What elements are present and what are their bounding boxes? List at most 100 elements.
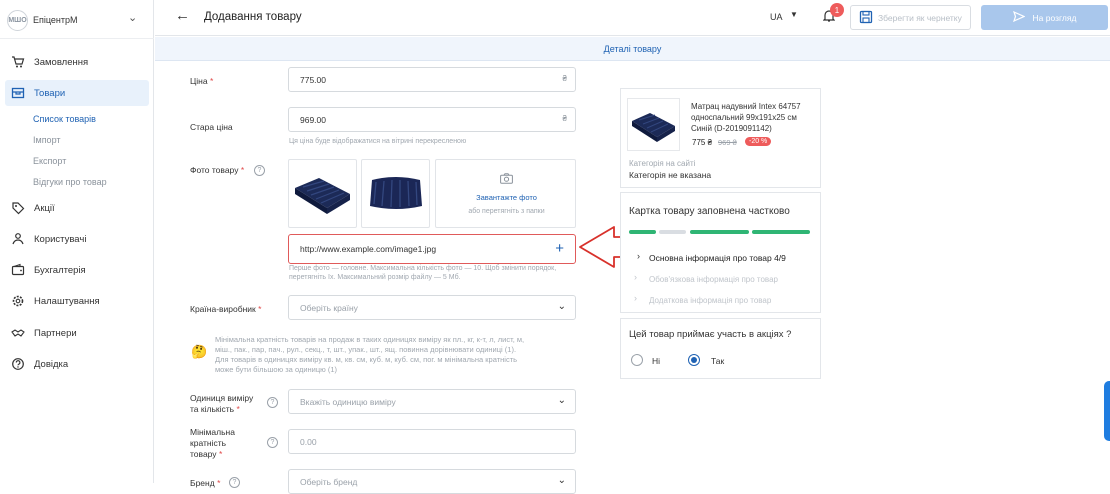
upload-hint: або перетягніть з папки xyxy=(468,208,545,215)
category-label: Категорія на сайті xyxy=(629,159,696,168)
chevron-down-icon: ⌄ xyxy=(557,475,566,486)
product-photo-thumb[interactable] xyxy=(288,159,357,228)
cart-icon xyxy=(11,55,25,69)
radio-yes[interactable] xyxy=(688,354,700,366)
sidebar-item-label: Довідка xyxy=(34,358,69,370)
unit-select[interactable]: Вкажіть одиницю виміру ⌄ xyxy=(288,389,576,414)
help-icon[interactable]: ? xyxy=(254,165,265,176)
sidebar-item-label: Партнери xyxy=(34,327,77,339)
promo-card: Цей товар приймає участь в акціях ? Ні Т… xyxy=(620,318,821,379)
sidebar-item-partners[interactable]: Партнери xyxy=(5,320,149,346)
floppy-icon xyxy=(859,10,873,26)
min-info-line: може бути більшою за одиницю (1) xyxy=(215,365,338,374)
min-info-line: Для товарів в одиницях виміру кв. м, кв.… xyxy=(215,355,518,364)
sidebar-divider xyxy=(0,38,154,39)
completeness-title: Картка товару заповнена частково xyxy=(629,206,790,217)
upload-photo-link[interactable]: Завантажте фото xyxy=(436,193,577,202)
sidebar-item-users[interactable]: Користувачі xyxy=(5,226,149,252)
old-price-label: Стара ціна xyxy=(190,122,233,132)
shop-name[interactable]: ЕпіцентрМ xyxy=(33,15,78,25)
progress-segment xyxy=(752,230,810,234)
sub-item-import[interactable]: Імпорт xyxy=(33,135,61,145)
wallet-icon xyxy=(11,263,25,277)
preview-product-name: Матрац надувний Intex 64757 односпальний… xyxy=(691,101,801,134)
unit-label: Одиниця виміру та кількість * xyxy=(190,393,254,414)
country-select[interactable]: Оберіть країну ⌄ xyxy=(288,295,576,320)
photo-label: Фото товару * xyxy=(190,165,245,175)
progress-segment xyxy=(659,230,686,234)
completeness-item-main[interactable]: Основна інформація про товар 4/9 xyxy=(649,253,786,263)
page-title: Додавання товару xyxy=(204,11,302,23)
min-info-line: Мінімальна кратність товарів на продаж в… xyxy=(215,335,525,344)
chevron-down-icon[interactable]: ▼ xyxy=(790,10,798,19)
price-input[interactable]: 775.00 ₴ xyxy=(288,67,576,92)
radio-yes-label: Так xyxy=(711,356,725,366)
preview-name-line: односпальний 99x191x25 см xyxy=(691,113,797,122)
chevron-right-icon: › xyxy=(634,272,637,282)
sidebar-item-accounting[interactable]: Бухгалтерія xyxy=(5,257,149,283)
photo-upload-zone[interactable]: Завантажте фото або перетягніть з папки xyxy=(435,159,576,228)
currency-symbol: ₴ xyxy=(562,114,567,123)
chevron-down-icon: ⌄ xyxy=(557,395,566,406)
thinking-emoji-icon: 🤔 xyxy=(191,344,208,359)
notification-badge: 1 xyxy=(830,3,844,17)
mattress-image xyxy=(370,177,422,209)
sidebar-item-help[interactable]: Довідка xyxy=(5,351,149,377)
radio-no[interactable] xyxy=(631,354,643,366)
sidebar-item-settings[interactable]: Налаштування xyxy=(5,288,149,314)
users-icon xyxy=(11,232,25,246)
back-arrow-icon[interactable]: ← xyxy=(175,7,190,24)
old-price-value: 969.00 xyxy=(300,114,326,125)
save-draft-label: Зберегти як чернетку xyxy=(878,12,962,23)
gear-icon xyxy=(11,294,25,308)
camera-icon xyxy=(500,173,513,186)
sub-item-reviews[interactable]: Відгуки про товар xyxy=(33,177,107,187)
sidebar-item-label: Акції xyxy=(34,202,55,214)
photo-hint-1: Перше фото — головне. Максимальна кількі… xyxy=(289,265,557,272)
handshake-icon xyxy=(11,326,25,340)
preview-image xyxy=(627,98,680,151)
sub-item-export[interactable]: Експорт xyxy=(33,156,66,166)
preview-old-price: 969 ₴ xyxy=(718,138,737,147)
section-tab-details: Деталі товару xyxy=(155,37,1110,61)
photo-url-value: http://www.example.com/image1.jpg xyxy=(300,244,437,254)
old-price-hint: Ця ціна буде відображатися на вітрині пе… xyxy=(289,138,467,145)
brand-placeholder: Оберіть бренд xyxy=(300,476,358,487)
discount-icon xyxy=(11,201,25,215)
currency-symbol: ₴ xyxy=(562,74,567,83)
sub-item-product-list[interactable]: Список товарів xyxy=(33,114,96,124)
help-icon[interactable]: ? xyxy=(267,437,278,448)
product-photo-thumb[interactable] xyxy=(361,159,430,228)
sidebar-item-orders[interactable]: Замовлення xyxy=(5,49,149,75)
chevron-down-icon: ⌄ xyxy=(557,301,566,312)
brand-select[interactable]: Оберіть бренд ⌄ xyxy=(288,469,576,494)
sidebar-item-products[interactable]: Товари xyxy=(5,80,149,106)
preview-name-line: Синій (D-2019091142) xyxy=(691,124,772,133)
product-preview-card: Матрац надувний Intex 64757 односпальний… xyxy=(620,88,821,188)
send-icon xyxy=(1012,10,1025,24)
help-icon[interactable]: ? xyxy=(267,397,278,408)
progress-segment xyxy=(690,230,749,234)
chevron-down-icon[interactable]: ⌄ xyxy=(128,11,137,24)
sidebar-item-label: Налаштування xyxy=(34,295,100,307)
feedback-widget-tab[interactable] xyxy=(1104,381,1110,441)
save-draft-button[interactable]: Зберегти як чернетку xyxy=(850,5,971,30)
add-icon[interactable]: + xyxy=(555,240,564,257)
submit-review-button[interactable]: На розгляд xyxy=(981,5,1108,30)
unit-placeholder: Вкажіть одиницю виміру xyxy=(300,396,396,407)
completeness-item-required[interactable]: Обов'язкова інформація про товар xyxy=(649,275,778,284)
category-value: Категорія не вказана xyxy=(629,170,712,180)
sidebar-item-promotions[interactable]: Акції xyxy=(5,195,149,221)
question-icon xyxy=(11,357,25,371)
sidebar: МШО ЕпіцентрМ ⌄ Замовлення Товари Список… xyxy=(0,0,154,483)
photo-url-input[interactable]: http://www.example.com/image1.jpg + xyxy=(288,234,576,264)
old-price-input[interactable]: 969.00 ₴ xyxy=(288,107,576,132)
country-label: Країна-виробник * xyxy=(190,304,262,314)
min-multiplicity-input[interactable]: 0.00 xyxy=(288,429,576,454)
sidebar-item-label: Бухгалтерія xyxy=(34,264,86,276)
submit-review-label: На розгляд xyxy=(1032,12,1077,23)
language-selector[interactable]: UA xyxy=(770,12,783,22)
completeness-item-additional[interactable]: Додаткова інформація про товар xyxy=(649,296,771,305)
chevron-right-icon: › xyxy=(637,251,640,261)
price-value: 775.00 xyxy=(300,74,326,85)
